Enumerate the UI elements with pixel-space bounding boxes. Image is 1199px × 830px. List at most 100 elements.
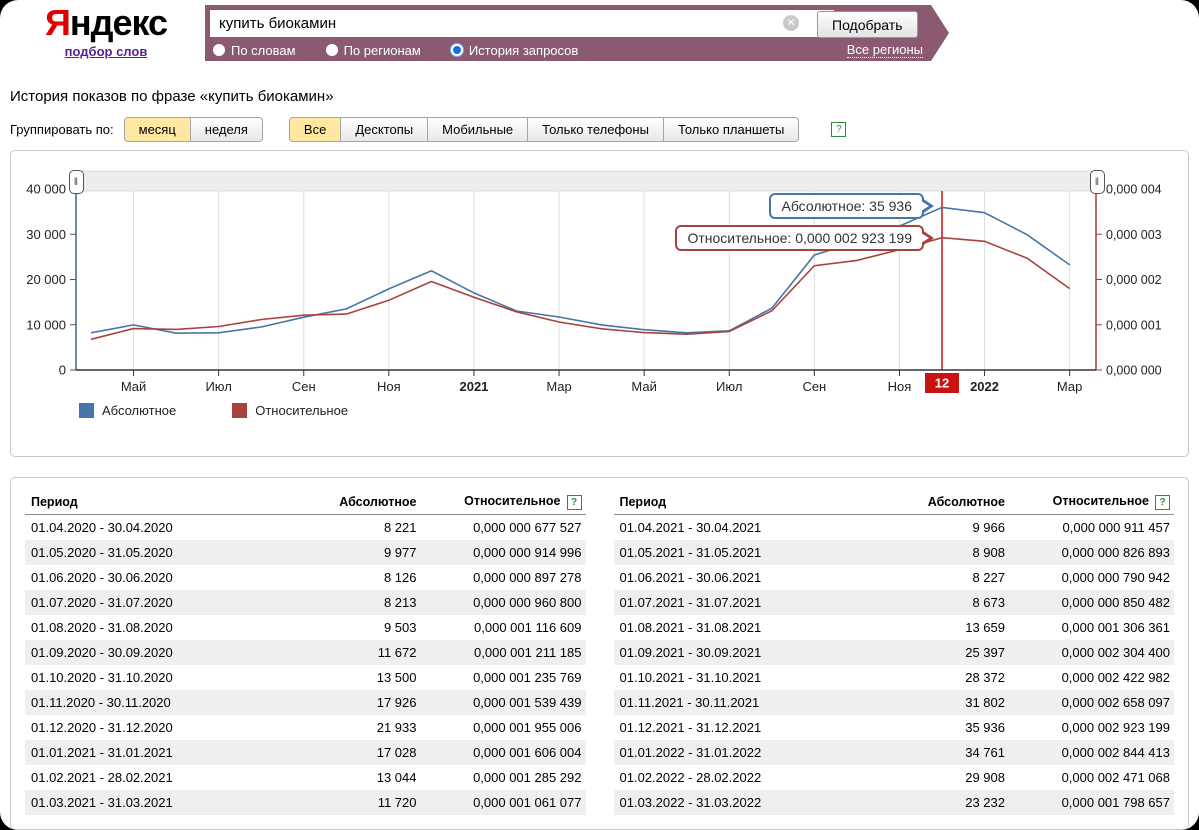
history-table-right: ПериодАбсолютноеОтносительное?01.04.2021… <box>614 490 1175 815</box>
device-group: Все Десктопы Мобильные Только телефоны Т… <box>289 117 799 142</box>
radio-icon[interactable] <box>213 44 225 56</box>
logo-ya-letter: Я <box>45 2 70 43</box>
period-cell: 01.09.2021 - 30.09.2021 <box>614 645 895 660</box>
absolute-cell: 34 761 <box>894 745 1009 760</box>
relative-cell: 0,000 002 304 400 <box>1009 645 1174 660</box>
absolute-cell: 31 802 <box>894 695 1009 710</box>
device-all-button[interactable]: Все <box>289 117 341 142</box>
absolute-cell: 13 044 <box>306 770 421 785</box>
legend-label: Относительное <box>255 403 348 418</box>
device-phones-button[interactable]: Только телефоны <box>528 117 664 142</box>
range-slider-right-handle[interactable]: ‖ <box>1090 170 1105 194</box>
absolute-cell: 21 933 <box>306 720 421 735</box>
period-cell: 01.07.2021 - 31.07.2021 <box>614 595 895 610</box>
controls-row: Группировать по: месяц неделя Все Дескто… <box>10 117 1199 142</box>
absolute-cell: 8 673 <box>894 595 1009 610</box>
radio-icon[interactable] <box>326 44 338 56</box>
relative-cell: 0,000 001 061 077 <box>421 795 586 810</box>
absolute-cell: 23 232 <box>894 795 1009 810</box>
period-cell: 01.02.2021 - 28.02.2021 <box>25 770 306 785</box>
group-by-label: Группировать по: <box>10 122 114 137</box>
period-cell: 01.05.2020 - 31.05.2020 <box>25 545 306 560</box>
table-row: 01.05.2021 - 31.05.20218 9080,000 000 82… <box>614 540 1175 565</box>
logo-text: Яндекс <box>26 4 186 42</box>
absolute-cell: 13 500 <box>306 670 421 685</box>
period-cell: 01.10.2021 - 31.10.2021 <box>614 670 895 685</box>
radio-by-words[interactable]: По словам <box>213 43 296 58</box>
radio-query-history[interactable]: История запросов <box>451 43 579 58</box>
absolute-cell: 9 966 <box>894 520 1009 535</box>
absolute-cell: 17 926 <box>306 695 421 710</box>
table-row: 01.01.2022 - 31.01.202234 7610,000 002 8… <box>614 740 1175 765</box>
x-label: Ноя <box>888 379 912 394</box>
absolute-cell: 29 908 <box>894 770 1009 785</box>
mode-radio-row: По словам По регионам История запросов В… <box>213 41 923 59</box>
x-label: 2021 <box>459 379 488 394</box>
table-row: 01.11.2021 - 30.11.202131 8020,000 002 6… <box>614 690 1175 715</box>
period-cell: 01.08.2020 - 31.08.2020 <box>25 620 306 635</box>
table-row: 01.06.2021 - 30.06.20218 2270,000 000 79… <box>614 565 1175 590</box>
radio-selected-icon[interactable] <box>451 44 463 56</box>
absolute-cell: 17 028 <box>306 745 421 760</box>
help-icon[interactable]: ? <box>567 495 582 510</box>
column-header: Период <box>25 495 306 509</box>
device-tablets-button[interactable]: Только планшеты <box>664 117 799 142</box>
relative-cell: 0,000 001 235 769 <box>421 670 586 685</box>
period-cell: 01.05.2021 - 31.05.2021 <box>614 545 895 560</box>
header: Яндекс подбор слов ✕ Подобрать По словам… <box>0 0 1199 72</box>
all-regions-link[interactable]: Все регионы <box>847 42 923 58</box>
relative-cell: 0,000 001 285 292 <box>421 770 586 785</box>
hover-month-badge-text: 12 <box>935 376 949 391</box>
x-label: Ноя <box>377 379 401 394</box>
help-icon[interactable]: ? <box>1155 495 1170 510</box>
relative-cell: 0,000 002 923 199 <box>1009 720 1174 735</box>
submit-button[interactable]: Подобрать <box>817 11 918 38</box>
relative-cell: 0,000 000 960 800 <box>421 595 586 610</box>
radio-label: По словам <box>231 43 296 58</box>
relative-cell: 0,000 002 422 982 <box>1009 670 1174 685</box>
period-cell: 01.01.2021 - 31.01.2021 <box>25 745 306 760</box>
table-row: 01.09.2020 - 30.09.202011 6720,000 001 2… <box>25 640 586 665</box>
period-cell: 01.06.2020 - 30.06.2020 <box>25 570 306 585</box>
table-row: 01.05.2020 - 31.05.20209 9770,000 000 91… <box>25 540 586 565</box>
legend-swatch-red <box>232 403 247 418</box>
period-cell: 01.01.2022 - 31.01.2022 <box>614 745 895 760</box>
relative-cell: 0,000 001 306 361 <box>1009 620 1174 635</box>
table-row: 01.04.2020 - 30.04.20208 2210,000 000 67… <box>25 515 586 540</box>
table-header-row: ПериодАбсолютноеОтносительное? <box>25 490 586 515</box>
period-cell: 01.12.2021 - 31.12.2021 <box>614 720 895 735</box>
x-label: Сен <box>802 379 826 394</box>
x-label: Май <box>121 379 146 394</box>
period-cell: 01.11.2020 - 30.11.2020 <box>25 695 306 710</box>
absolute-cell: 8 908 <box>894 545 1009 560</box>
range-slider-left-handle[interactable]: ‖ <box>69 170 84 194</box>
x-label: 2022 <box>970 379 999 394</box>
absolute-cell: 9 503 <box>306 620 421 635</box>
range-slider-track[interactable] <box>76 171 1096 191</box>
legend-relative[interactable]: Относительное <box>232 403 348 418</box>
legend-absolute[interactable]: Абсолютное <box>79 403 176 418</box>
relative-cell: 0,000 002 844 413 <box>1009 745 1174 760</box>
absolute-cell: 8 221 <box>306 520 421 535</box>
table-row: 01.12.2021 - 31.12.202135 9360,000 002 9… <box>614 715 1175 740</box>
legend-label: Абсолютное <box>102 403 176 418</box>
wordstat-page: Яндекс подбор слов ✕ Подобрать По словам… <box>0 0 1199 830</box>
device-desktop-button[interactable]: Десктопы <box>341 117 428 142</box>
wordstat-link[interactable]: подбор слов <box>65 44 148 59</box>
tooltip-absolute: Абсолютное: 35 936 <box>769 193 924 219</box>
search-input[interactable] <box>210 10 834 37</box>
series-line-relative <box>91 238 1070 340</box>
yandex-logo[interactable]: Яндекс подбор слов <box>26 4 186 61</box>
group-week-button[interactable]: неделя <box>191 117 263 142</box>
device-mobile-button[interactable]: Мобильные <box>428 117 528 142</box>
absolute-cell: 9 977 <box>306 545 421 560</box>
y-right-label: 0,000 003 <box>1106 228 1162 242</box>
radio-by-regions[interactable]: По регионам <box>326 43 421 58</box>
period-cell: 01.03.2022 - 31.03.2022 <box>614 795 895 810</box>
group-month-button[interactable]: месяц <box>124 117 191 142</box>
period-cell: 01.08.2021 - 31.08.2021 <box>614 620 895 635</box>
table-row: 01.11.2020 - 30.11.202017 9260,000 001 5… <box>25 690 586 715</box>
clear-icon[interactable]: ✕ <box>783 15 799 31</box>
relative-cell: 0,000 000 826 893 <box>1009 545 1174 560</box>
help-icon[interactable]: ? <box>831 122 846 137</box>
